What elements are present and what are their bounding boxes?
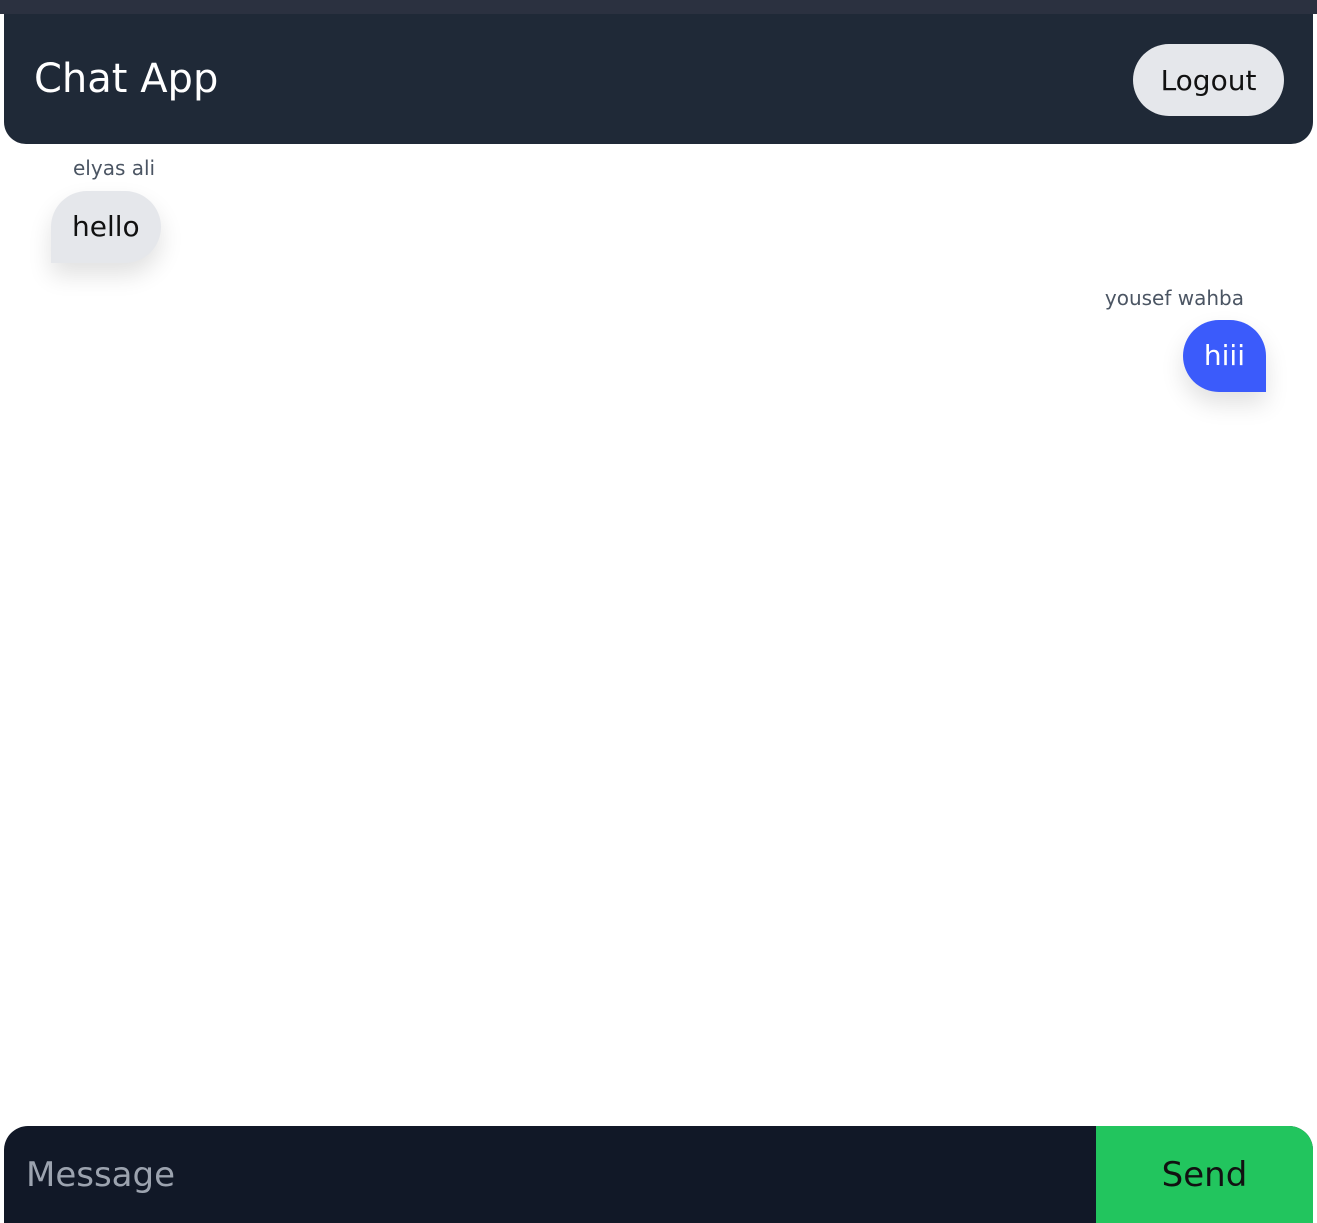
message-sender: yousef wahba xyxy=(1104,286,1244,310)
logout-button[interactable]: Logout xyxy=(1133,44,1284,116)
app-header: Chat App Logout xyxy=(4,14,1313,144)
message-composer: Send xyxy=(4,1126,1313,1223)
message-bubble-outgoing: hiii xyxy=(1182,320,1266,392)
message-sender: elyas ali xyxy=(73,156,156,180)
message-bubble-incoming: hello xyxy=(51,191,161,263)
message-input[interactable] xyxy=(4,1126,1096,1223)
app-title: Chat App xyxy=(34,56,219,102)
send-button[interactable]: Send xyxy=(1096,1126,1313,1223)
top-strip xyxy=(0,0,1317,14)
